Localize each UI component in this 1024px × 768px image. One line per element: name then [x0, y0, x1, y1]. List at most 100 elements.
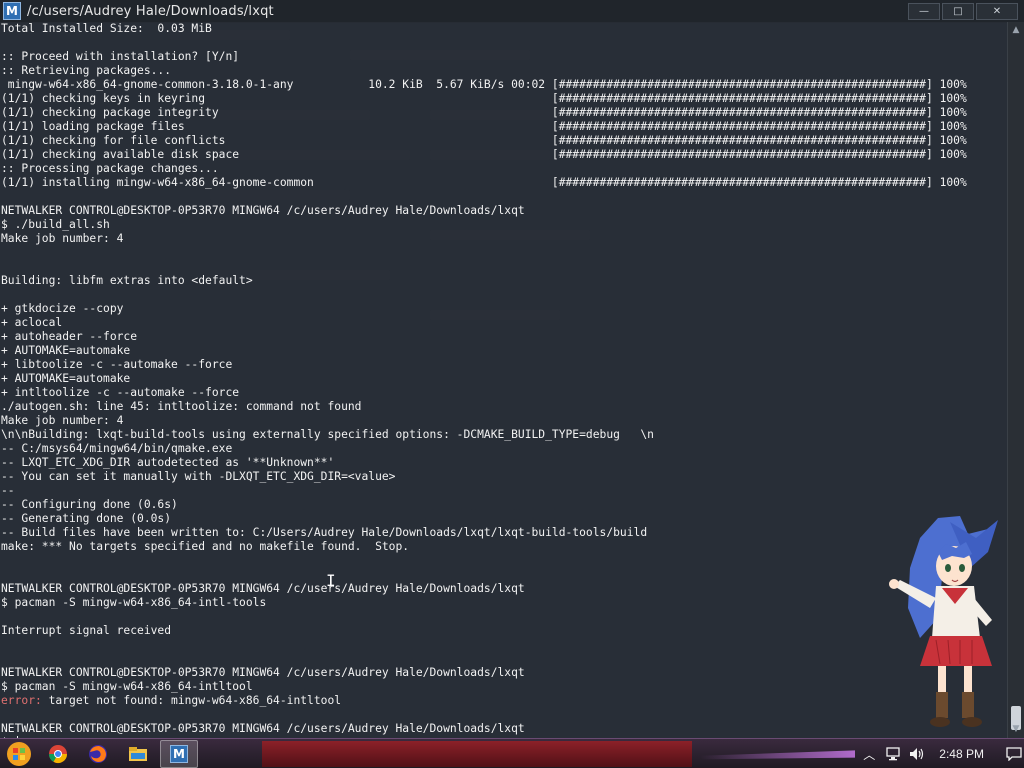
terminal-line-text: Make job number: 4	[1, 232, 124, 245]
close-button[interactable]: ✕	[976, 3, 1018, 20]
terminal-lines: Total Installed Size: 0.03 MiB:: Proceed…	[1, 22, 967, 738]
terminal-line-text: -- C:/msys64/mingw64/bin/qmake.exe	[1, 442, 233, 455]
desktop-screen: M /c/users/Audrey Hale/Downloads/lxqt — …	[0, 0, 1024, 768]
error-prefix: error:	[1, 694, 49, 707]
terminal-line: + AUTOMAKE=automake	[1, 372, 967, 386]
terminal-line-text: :: Processing package changes...	[1, 162, 219, 175]
terminal-line-text: :: Proceed with installation? [Y/n]	[1, 50, 240, 63]
terminal-line-text: NETWALKER CONTROL@DESKTOP-0P53R70 MINGW6…	[1, 722, 525, 735]
terminal-line-text: \n\nBuilding: lxqt-build-tools using ext…	[1, 428, 654, 441]
terminal-line-text: -- Build files have been written to: C:/…	[1, 526, 648, 539]
chevron-up-icon[interactable]: ︿	[861, 746, 877, 762]
terminal-line: :: Processing package changes...	[1, 162, 967, 176]
folder-icon[interactable]	[120, 741, 156, 767]
window-title: /c/users/Audrey Hale/Downloads/lxqt	[27, 3, 274, 19]
terminal-line: -- Configuring done (0.6s)	[1, 498, 967, 512]
taskbar-decoration	[700, 750, 855, 760]
terminal-line-text: -- Generating done (0.0s)	[1, 512, 172, 525]
terminal-line-text: NETWALKER CONTROL@DESKTOP-0P53R70 MINGW6…	[1, 204, 525, 217]
network-icon[interactable]	[885, 746, 901, 762]
scroll-down-arrow-icon[interactable]: ▼	[1011, 724, 1021, 734]
terminal-line-text: -- LXQT_ETC_XDG_DIR autodetected as '**U…	[1, 456, 335, 469]
terminal-line: (1/1) installing mingw-w64-x86_64-gnome-…	[1, 176, 967, 190]
terminal-line: -- C:/msys64/mingw64/bin/qmake.exe	[1, 442, 967, 456]
terminal-line: -- Generating done (0.0s)	[1, 512, 967, 526]
terminal-line-text: $ pacman -S mingw-w64-x86_64-intl-tools	[1, 596, 267, 609]
terminal-line-text: make: *** No targets specified and no ma…	[1, 540, 410, 553]
terminal-line: + autoheader --force	[1, 330, 967, 344]
terminal-line-text: (1/1) checking keys in keyring [########…	[1, 92, 967, 105]
maximize-button[interactable]: □	[942, 3, 974, 20]
terminal-line: + AUTOMAKE=automake	[1, 344, 967, 358]
terminal-line-text: Make job number: 4	[1, 414, 124, 427]
scroll-up-arrow-icon[interactable]: ▲	[1011, 25, 1021, 35]
terminal-line-text: --	[1, 484, 15, 497]
window-titlebar[interactable]: M /c/users/Audrey Hale/Downloads/lxqt — …	[0, 0, 1024, 23]
terminal-line-text: mingw-w64-x86_64-gnome-common-3.18.0-1-a…	[1, 78, 967, 91]
msys2-taskbar-button[interactable]: M	[160, 740, 198, 768]
firefox-icon[interactable]	[80, 741, 116, 767]
terminal-line: NETWALKER CONTROL@DESKTOP-0P53R70 MINGW6…	[1, 582, 967, 596]
terminal-output[interactable]: Total Installed Size: 0.03 MiB:: Proceed…	[0, 22, 1007, 738]
volume-icon[interactable]	[909, 746, 925, 762]
terminal-line: NETWALKER CONTROL@DESKTOP-0P53R70 MINGW6…	[1, 666, 967, 680]
chrome-icon[interactable]	[40, 741, 76, 767]
terminal-line: ./autogen.sh: line 45: intltoolize: comm…	[1, 400, 967, 414]
msys2-icon: M	[170, 745, 188, 763]
terminal-line: Make job number: 4	[1, 414, 967, 428]
terminal-line: NETWALKER CONTROL@DESKTOP-0P53R70 MINGW6…	[1, 204, 967, 218]
system-tray: ︿ 2:48 PM	[861, 743, 1022, 765]
terminal-line-text: -- Configuring done (0.6s)	[1, 498, 178, 511]
terminal-line-text: (1/1) checking for file conflicts [#####…	[1, 134, 967, 147]
terminal-line: + intltoolize -c --automake --force	[1, 386, 967, 400]
terminal-line-text: $ ./build_all.sh	[1, 218, 110, 231]
terminal-line: (1/1) loading package files [###########…	[1, 120, 967, 134]
anime-character-art	[889, 516, 998, 727]
terminal-line-text: NETWALKER CONTROL@DESKTOP-0P53R70 MINGW6…	[1, 582, 525, 595]
msys2-app-icon[interactable]: M	[3, 2, 21, 20]
terminal-line: $ pacman -S mingw-w64-x86_64-intltool	[1, 680, 967, 694]
terminal-line-text: + gtkdocize --copy	[1, 302, 124, 315]
terminal-line-text: (1/1) loading package files [###########…	[1, 120, 967, 133]
terminal-line: :: Proceed with installation? [Y/n]	[1, 50, 967, 64]
terminal-line: $ ./build_all.sh	[1, 218, 967, 232]
terminal-line-text: (1/1) installing mingw-w64-x86_64-gnome-…	[1, 176, 967, 189]
terminal-line: + gtkdocize --copy	[1, 302, 967, 316]
terminal-line: -- Build files have been written to: C:/…	[1, 526, 967, 540]
terminal-line-text: target not found: mingw-w64-x86_64-intlt…	[48, 694, 342, 707]
terminal-line: + aclocal	[1, 316, 967, 330]
taskbar-clock[interactable]: 2:48 PM	[939, 747, 984, 761]
terminal-line: (1/1) checking keys in keyring [########…	[1, 92, 967, 106]
terminal-line: (1/1) checking available disk space [###…	[1, 148, 967, 162]
terminal-line-text: $ pacman -S mingw-w64-x86_64-intltool	[1, 680, 253, 693]
minimize-button[interactable]: —	[908, 3, 940, 20]
start-orb-icon[interactable]	[2, 740, 36, 768]
terminal-line: \n\nBuilding: lxqt-build-tools using ext…	[1, 428, 967, 442]
taskbar-wallpaper-strip	[262, 741, 692, 767]
terminal-line: Building: libfm extras into <default>	[1, 274, 967, 288]
terminal-line-text: (1/1) checking package integrity [######…	[1, 106, 967, 119]
terminal-line: + libtoolize -c --automake --force	[1, 358, 967, 372]
terminal-line: Make job number: 4	[1, 232, 967, 246]
terminal-line-text: NETWALKER CONTROL@DESKTOP-0P53R70 MINGW6…	[1, 666, 525, 679]
terminal-line: Interrupt signal received	[1, 624, 967, 638]
terminal-line: -- You can set it manually with -DLXQT_E…	[1, 470, 967, 484]
terminal-line: (1/1) checking package integrity [######…	[1, 106, 967, 120]
terminal-line-text: + intltoolize -c --automake --force	[1, 386, 240, 399]
notification-icon[interactable]	[1006, 746, 1022, 762]
window-controls: — □ ✕	[908, 3, 1018, 20]
terminal-line-text: + AUTOMAKE=automake	[1, 344, 131, 357]
terminal-line: (1/1) checking for file conflicts [#####…	[1, 134, 967, 148]
terminal-line-text: + libtoolize -c --automake --force	[1, 358, 233, 371]
terminal-line: NETWALKER CONTROL@DESKTOP-0P53R70 MINGW6…	[1, 722, 967, 736]
terminal-line: -- LXQT_ETC_XDG_DIR autodetected as '**U…	[1, 456, 967, 470]
taskbar: M ︿ 2:48 PM	[0, 738, 1024, 768]
